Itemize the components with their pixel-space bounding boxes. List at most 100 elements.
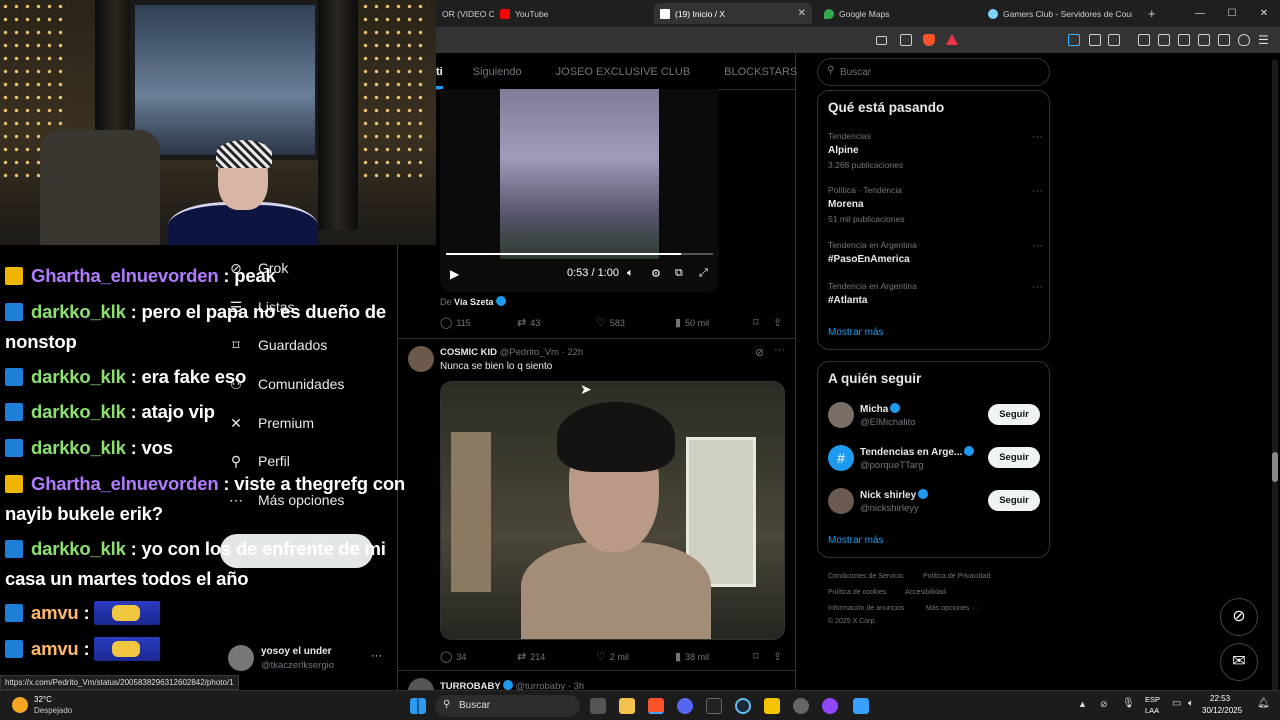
settings-icon[interactable] [793,698,809,714]
chat-username[interactable]: darkko_klk [31,366,126,387]
show-more-link[interactable]: Mostrar más [828,327,884,338]
trend-item[interactable]: Tendencia en Argentina #Atlanta ··· [828,281,1043,306]
like-button[interactable]: ♡ 583 [596,316,625,329]
chat-username[interactable]: darkko_klk [31,437,126,458]
follow-suggestion[interactable]: Nick shirley @nickshirleyy Seguir [828,486,1040,518]
tab-for-you[interactable]: ti [436,53,443,89]
browser-tab-gamers-club[interactable]: Gamers Club - Servidores de Counte [982,3,1132,24]
reply-button[interactable]: ◯ 115 [440,316,471,329]
reply-button[interactable]: ◯ 34 [440,650,466,663]
grok-fab-icon[interactable]: ⊘ [1220,598,1258,636]
author-name[interactable]: TURROBABY [440,681,501,690]
clock-date[interactable]: 30/12/2025 [1202,706,1242,715]
new-tab-button[interactable]: + [1142,3,1158,24]
repost-button[interactable]: ⇄ 43 [517,316,540,329]
views-button[interactable]: ▮ 38 mil [675,650,709,663]
grok-icon[interactable]: ⊘ [755,346,764,359]
volume-icon[interactable]: 🔈︎ [1188,698,1194,709]
windows-start-icon[interactable] [410,698,426,714]
weather-icon[interactable] [12,697,28,713]
via-link[interactable]: Vía Szeta [454,297,494,307]
steam-icon[interactable] [735,698,751,714]
footer-link[interactable]: Política de cookies [828,589,886,596]
more-options-icon[interactable]: ··· [1032,281,1043,293]
sidebar-icon[interactable] [1178,34,1190,46]
notifications-icon[interactable]: 🔔︎ [1257,698,1270,709]
more-options-icon[interactable]: ··· [1032,185,1043,197]
author-handle[interactable]: @Pedrito_Vm [500,347,559,358]
more-options-icon[interactable]: ··· [774,344,785,356]
footer-link[interactable]: Información de anuncios [828,605,904,612]
author-handle[interactable]: @turrobaby [515,681,565,690]
task-view-icon[interactable] [590,698,606,714]
repost-button[interactable]: ⇄ 214 [517,650,545,663]
share-button[interactable]: ⇪ [773,316,782,329]
follow-button[interactable]: Seguir [988,404,1040,425]
clock-time[interactable]: 22:53 [1210,694,1230,703]
discord-icon[interactable] [677,698,693,714]
hashtag-avatar-icon[interactable]: # [828,445,854,471]
weather-temp[interactable]: 32°C [34,695,52,704]
maximize-button[interactable]: ☐ [1216,0,1248,27]
volume-icon[interactable]: 🔈︎ [627,267,634,280]
file-explorer-icon[interactable] [619,698,635,714]
more-options-icon[interactable]: ··· [1032,131,1043,143]
browser-tab-google-maps[interactable]: Google Maps [818,3,978,24]
tab-siguiendo[interactable]: Siguiendo [473,53,522,89]
chat-username[interactable]: amvu [31,638,79,659]
network-icon[interactable]: ▭ [1172,698,1181,709]
follow-button[interactable]: Seguir [988,490,1040,511]
browser-tab[interactable]: OR (VIDEO C [436,3,494,24]
search-input[interactable]: ⚲ Buscar [817,58,1050,86]
miniplayer-icon[interactable]: ⧉ [675,267,683,280]
scrollbar-thumb[interactable] [1272,452,1278,482]
keyboard-layout[interactable]: LAA [1145,706,1159,715]
wallet-icon[interactable] [1198,34,1210,46]
avatar[interactable] [828,402,854,428]
trend-item[interactable]: Tendencia en Argentina #PasoEnAmerica ··… [828,240,1043,265]
post-video-player[interactable]: ▶ 0:53 / 1:00 🔈︎ ⚙ ⧉ ⤢ [440,89,719,292]
weather-desc[interactable]: Despejado [34,706,72,715]
post-time[interactable]: · 3h [568,681,584,690]
brave-browser-icon[interactable] [648,698,664,714]
language-indicator[interactable]: ESP [1145,695,1160,704]
trend-item[interactable]: Tendencias Alpine 3.268 publicaciones ··… [828,131,1043,170]
minimize-button[interactable]: — [1184,0,1216,27]
share-icon[interactable] [900,34,912,46]
bookmark-button[interactable]: ⌑ [753,316,759,329]
notepad-icon[interactable] [853,698,869,714]
chat-username[interactable]: darkko_klk [31,301,126,322]
footer-link[interactable]: Política de Privacidad [923,573,990,580]
browser-tab-youtube[interactable]: YouTube [494,3,644,24]
browser-tab-x-home[interactable]: (19) Inicio / X ✕ [654,3,812,24]
download-icon[interactable] [1138,34,1150,46]
profile-icon[interactable] [1218,34,1230,46]
menu-icon[interactable]: ☰ [1258,34,1270,46]
close-window-button[interactable]: ✕ [1248,0,1280,27]
brave-rewards-icon[interactable] [946,34,958,45]
history-icon[interactable] [1158,34,1170,46]
share-button[interactable]: ⇪ [773,650,782,663]
messages-fab-icon[interactable]: ✉ [1220,643,1258,681]
avatar[interactable] [828,488,854,514]
chat-username[interactable]: amvu [31,602,79,623]
twitch-app-icon[interactable] [822,698,838,714]
follow-suggestion[interactable]: # Tendencias en Arge... @porqueTTarg Seg… [828,443,1040,475]
show-more-link[interactable]: Mostrar más [828,535,884,546]
scrollbar[interactable] [1272,60,1278,690]
footer-link[interactable]: Más opciones ··· [926,605,978,612]
trend-item[interactable]: Política · Tendencia Morena 51 mil publi… [828,185,1043,224]
media-icon[interactable] [1108,34,1120,46]
author-name[interactable]: COSMIC KID [440,347,497,358]
close-tab-icon[interactable]: ✕ [798,8,806,19]
like-button[interactable]: ♡ 2 mil [596,650,629,663]
microphone-icon[interactable]: 🎙︎ [1122,698,1135,709]
tab-joseo-exclusive-club[interactable]: JOSEO EXCLUSIVE CLUB [556,53,691,89]
bookmark-button[interactable]: ⌑ [753,650,759,663]
views-button[interactable]: ▮ 50 mil [675,316,709,329]
tab-blockstars[interactable]: BLOCKSTARS [724,53,797,89]
chat-username[interactable]: Ghartha_elnuevorden [31,265,219,286]
app-icon[interactable] [764,698,780,714]
footer-link[interactable]: Accesibilidad [905,589,946,596]
play-icon[interactable]: ▶ [450,267,459,281]
